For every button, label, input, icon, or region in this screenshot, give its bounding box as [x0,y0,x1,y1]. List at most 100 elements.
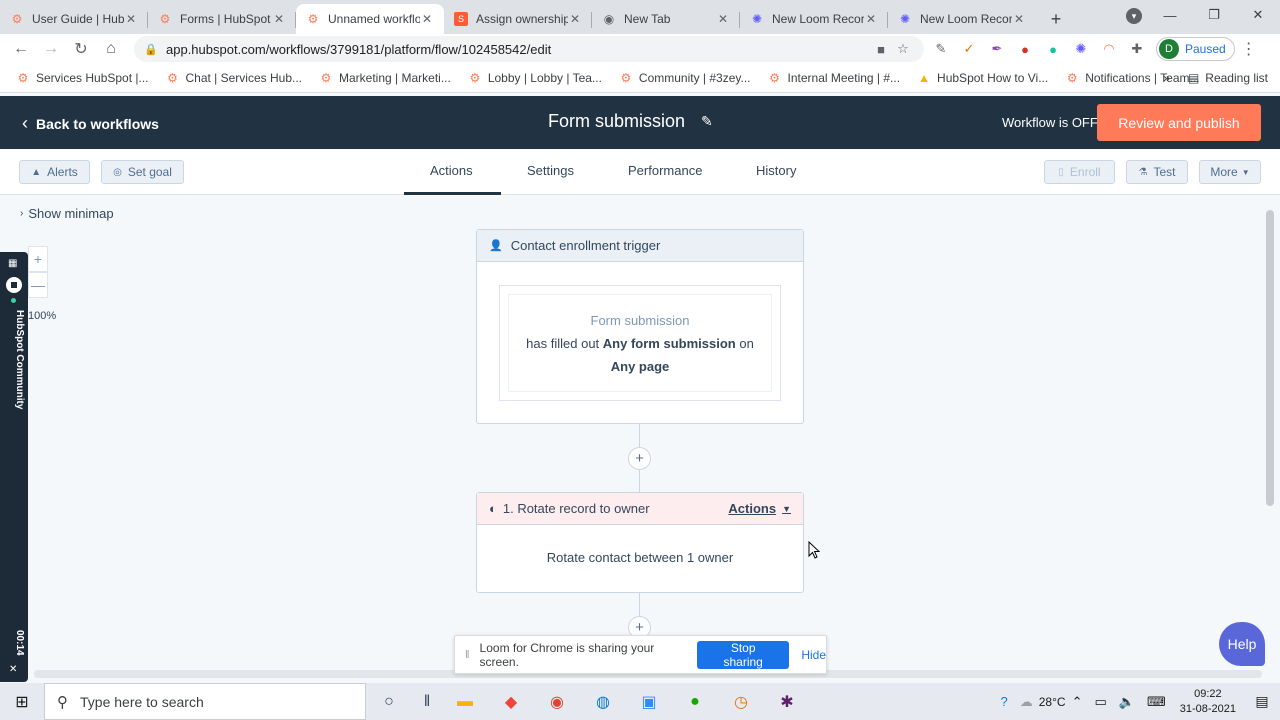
workflow-title[interactable]: Form submission ✎ [548,111,713,132]
bookmark-item[interactable]: ⚙ Marketing | Marketi... [319,71,451,85]
stop-recording-icon[interactable] [6,277,22,293]
color-wheel-extension-icon[interactable]: ● [1014,38,1036,60]
bookmark-item[interactable]: ⚙ Lobby | Lobby | Tea... [468,71,601,85]
browser-tab[interactable]: S Assign ownership ✕ [444,4,592,34]
new-tab-button[interactable]: + [1042,4,1070,34]
rotate-owner-action-card[interactable]: ◐ 1. Rotate record to owner Actions ▼ Ro… [476,492,804,593]
recording-timer: 00:14 [14,630,25,656]
zoom-icon[interactable]: ▣ [626,683,672,720]
tab-settings[interactable]: Settings [527,163,574,178]
camera-icon[interactable]: ■ [870,42,892,57]
help-circle-icon[interactable]: ? [1001,694,1008,709]
keyboard-icon[interactable]: ⌨ [1147,694,1166,710]
eyedropper-extension-icon[interactable]: ✎ [930,38,952,60]
edge-icon[interactable]: ◍ [580,683,626,720]
wifi-extension-icon[interactable]: ◠ [1098,38,1120,60]
close-icon[interactable]: ✕ [716,12,730,26]
close-icon[interactable]: ✕ [568,12,582,26]
profile-button[interactable]: D Paused [1156,37,1235,61]
loom-extension-icon[interactable]: ✺ [1070,38,1092,60]
close-icon[interactable]: ✕ [864,12,878,26]
bookmarks-overflow-icon[interactable]: » [1163,71,1170,85]
add-action-button[interactable]: + [628,447,651,470]
tab-actions[interactable]: Actions [430,163,473,178]
reading-list-button[interactable]: ▤ Reading list [1188,71,1268,85]
anydesk-icon[interactable]: ◆ [488,683,534,720]
set-goal-button[interactable]: ◎ Set goal [101,160,184,184]
tab-performance[interactable]: Performance [628,163,702,178]
browser-tab[interactable]: ✺ New Loom Recording ✕ [888,4,1036,34]
trigger-filter-box[interactable]: Form submission has filled out Any form … [499,285,781,401]
alerts-button[interactable]: ▲ Alerts [19,160,90,184]
actions-dropdown[interactable]: Actions ▼ [728,501,791,516]
close-icon[interactable]: ✕ [9,664,17,675]
browser-tab[interactable]: ✺ New Loom Recording ✕ [740,4,888,34]
hide-banner-link[interactable]: Hide [801,648,826,662]
windows-start-icon[interactable]: ⊞ [0,683,44,720]
clock-app-icon[interactable]: ◷ [718,683,764,720]
zoom-level: 100% [28,310,57,322]
address-bar[interactable]: 🔒 app.hubspot.com/workflows/3799181/plat… [134,36,924,62]
vertical-scrollbar[interactable] [1266,210,1274,506]
notification-icon[interactable]: ▤ [1244,693,1280,710]
bookmark-star-icon[interactable]: ☆ [892,41,914,57]
bookmark-item[interactable]: ⚙ Notifications | Team... [1065,71,1200,85]
slack-icon[interactable]: ✱ [764,683,810,720]
bookmark-item[interactable]: ⚙ Services HubSpot |... [16,71,149,85]
workflow-canvas[interactable]: › Show minimap + — 100% 👤 Contact enroll… [0,196,1280,683]
back-to-workflows-link[interactable]: ‹ Back to workflows [22,113,159,134]
taskbar-search-box[interactable]: ⚲ Type here to search [44,683,366,720]
upwork-icon[interactable]: ● [672,683,718,720]
puzzle-extensions-icon[interactable]: ✚ [1126,38,1148,60]
review-and-publish-button[interactable]: Review and publish [1097,104,1261,141]
browser-tab-active[interactable]: ⚙ Unnamed workflow ✕ [296,4,444,34]
volume-icon[interactable]: 🔈 [1119,694,1135,710]
forward-arrow-icon[interactable]: → [36,34,66,64]
pen-extension-icon[interactable]: ✒ [986,38,1008,60]
reload-icon[interactable]: ↻ [66,34,96,64]
browser-tab[interactable]: ⚙ User Guide | HubSpot ✕ [0,4,148,34]
bookmark-item[interactable]: ⚙ Community | #3zey... [619,71,751,85]
browser-tab[interactable]: ⚙ Forms | HubSpot ✕ [148,4,296,34]
close-icon[interactable]: ✕ [420,12,434,26]
bookmark-item[interactable]: ⚙ Internal Meeting | #... [768,71,900,85]
back-arrow-icon[interactable]: ← [6,34,36,64]
set-goal-label: Set goal [127,165,172,179]
battery-icon[interactable]: ▭ [1094,694,1106,710]
system-clock[interactable]: 09:22 31-08-2021 [1180,687,1236,717]
chevron-up-icon[interactable]: ⌃ [1072,694,1083,710]
zoom-in-button[interactable]: + [28,246,48,272]
zoom-out-button[interactable]: — [28,272,48,298]
restore-icon[interactable]: ❐ [1192,0,1236,30]
window-close-icon[interactable]: ✕ [1236,0,1280,30]
stop-sharing-button[interactable]: Stop sharing [697,640,790,669]
minimize-icon[interactable]: — [1148,0,1192,30]
enrollment-trigger-card[interactable]: 👤 Contact enrollment trigger Form submis… [476,229,804,424]
task-view-icon[interactable]: ‖ [412,683,442,720]
cortana-icon[interactable]: ○ [366,683,412,720]
bookmark-item[interactable]: ▲ HubSpot How to Vi... [917,71,1048,85]
more-dropdown-button[interactable]: More ▼ [1199,160,1261,184]
close-icon[interactable]: ✕ [1012,12,1026,26]
more-vert-icon[interactable]: ⋮ [1235,39,1263,59]
test-button[interactable]: ⚗ Test [1126,160,1188,184]
help-button[interactable]: Help [1219,622,1265,666]
browser-toolbar: ← → ↻ ⌂ 🔒 app.hubspot.com/workflows/3799… [0,34,1280,64]
show-minimap-toggle[interactable]: › Show minimap [20,206,114,221]
close-icon[interactable]: ✕ [124,12,138,26]
home-icon[interactable]: ⌂ [96,34,126,64]
file-explorer-icon[interactable]: ▬ [442,683,488,720]
grammarly-extension-icon[interactable]: ● [1042,38,1064,60]
temperature[interactable]: 28°C [1039,695,1066,709]
bookmark-item[interactable]: ⚙ Chat | Services Hub... [166,71,302,85]
close-icon[interactable]: ✕ [272,12,286,26]
browser-tab[interactable]: ◉ New Tab ✕ [592,4,740,34]
tab-search-icon[interactable]: ▾ [1126,8,1142,24]
enroll-button[interactable]: ▯ Enroll [1044,160,1115,184]
drag-handle-icon[interactable]: ‖ [465,649,470,661]
pencil-icon[interactable]: ✎ [701,113,713,130]
tab-history[interactable]: History [756,163,796,178]
check-extension-icon[interactable]: ✓ [958,38,980,60]
grid-icon[interactable]: ▦ [8,258,17,269]
chrome-icon[interactable]: ◉ [534,683,580,720]
